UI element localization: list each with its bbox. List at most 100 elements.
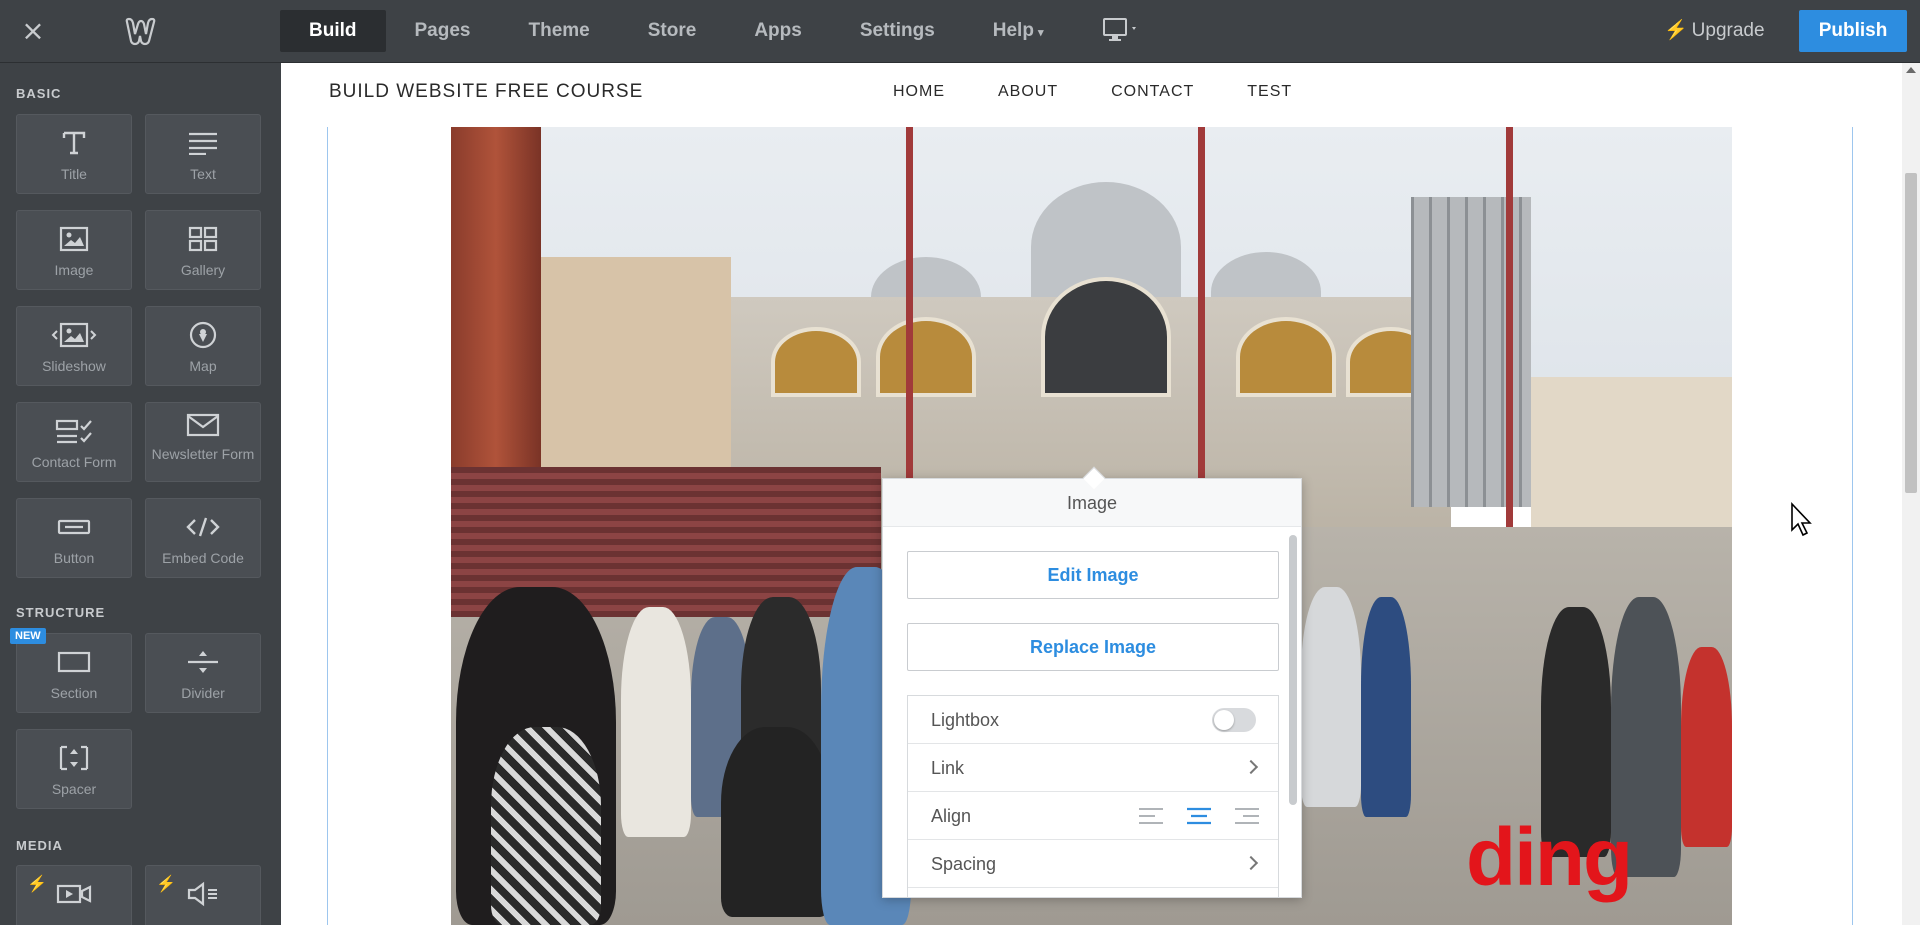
align-center-icon[interactable] bbox=[1186, 805, 1212, 827]
site-nav-test[interactable]: TEST bbox=[1247, 83, 1292, 101]
lightbox-row[interactable]: Lightbox bbox=[908, 696, 1278, 744]
lightbox-toggle[interactable] bbox=[1212, 708, 1256, 732]
element-slideshow[interactable]: Slideshow bbox=[16, 306, 132, 386]
image-icon bbox=[17, 223, 131, 255]
element-contact-form[interactable]: Contact Form bbox=[16, 402, 132, 482]
element-audio[interactable]: ⚡ bbox=[145, 865, 261, 925]
text-icon bbox=[146, 127, 260, 159]
popup-scrollbar[interactable] bbox=[1289, 535, 1297, 805]
section-icon bbox=[17, 646, 131, 678]
element-section[interactable]: Section bbox=[16, 633, 132, 713]
weebly-logo bbox=[125, 17, 156, 46]
photo-suitcase bbox=[721, 727, 831, 917]
new-badge: NEW bbox=[10, 628, 46, 644]
element-newsletter-form-label: Newsletter Form bbox=[151, 446, 255, 462]
element-sidebar: BASIC Title Text Image Gallery Slideshow… bbox=[0, 63, 281, 925]
element-gallery-label: Gallery bbox=[180, 262, 226, 278]
element-button[interactable]: Button bbox=[16, 498, 132, 578]
element-spacer-label: Spacer bbox=[51, 781, 97, 797]
vertical-scrollbar[interactable] bbox=[1902, 63, 1920, 925]
nav-settings[interactable]: Settings bbox=[831, 10, 964, 52]
mouse-cursor-icon bbox=[1791, 502, 1812, 537]
nav-store[interactable]: Store bbox=[619, 10, 726, 52]
contact-form-icon bbox=[17, 415, 131, 447]
photo-arch bbox=[1236, 317, 1336, 397]
spacing-row[interactable]: Spacing bbox=[908, 840, 1278, 888]
spacer-icon bbox=[17, 742, 131, 774]
photo-chair bbox=[1681, 647, 1732, 847]
align-left-icon[interactable] bbox=[1138, 805, 1164, 827]
desktop-icon[interactable] bbox=[1102, 17, 1142, 45]
section-label-media: MEDIA bbox=[16, 838, 63, 853]
photo-arch bbox=[771, 327, 861, 397]
spacing-label: Spacing bbox=[931, 854, 997, 874]
site-nav-home[interactable]: HOME bbox=[893, 83, 945, 101]
link-label: Link bbox=[931, 758, 965, 778]
photo-arch bbox=[1041, 277, 1171, 397]
site-header: BUILD WEBSITE FREE COURSE HOME ABOUT CON… bbox=[281, 63, 1902, 127]
scroll-thumb[interactable] bbox=[1905, 173, 1917, 493]
chevron-right-icon bbox=[1243, 759, 1259, 775]
map-pin-icon bbox=[146, 319, 260, 351]
element-video[interactable]: ⚡ bbox=[16, 865, 132, 925]
element-embed-code[interactable]: Embed Code bbox=[145, 498, 261, 578]
element-contact-form-label: Contact Form bbox=[31, 454, 117, 470]
close-icon[interactable]: × bbox=[20, 17, 46, 45]
element-section-label: Section bbox=[50, 685, 98, 701]
video-icon bbox=[17, 878, 131, 910]
scroll-up-icon[interactable] bbox=[1906, 67, 1916, 73]
content-guide-right bbox=[1852, 127, 1853, 925]
image-settings-popup: Image Edit Image Replace Image Lightbox … bbox=[882, 478, 1302, 898]
element-map[interactable]: Map bbox=[145, 306, 261, 386]
image-options-list: Lightbox Link Align Spacing bbox=[907, 695, 1279, 897]
overlay-text: ding bbox=[1466, 812, 1633, 903]
element-image[interactable]: Image bbox=[16, 210, 132, 290]
element-divider[interactable]: Divider bbox=[145, 633, 261, 713]
align-right-icon[interactable] bbox=[1234, 805, 1260, 827]
site-title[interactable]: BUILD WEBSITE FREE COURSE bbox=[329, 81, 643, 103]
element-title[interactable]: Title bbox=[16, 114, 132, 194]
nav-build[interactable]: Build bbox=[280, 10, 386, 52]
chevron-right-icon bbox=[1243, 855, 1259, 871]
top-toolbar: × Build Pages Theme Store Apps Settings … bbox=[0, 0, 1920, 63]
nav-apps[interactable]: Apps bbox=[725, 10, 831, 52]
section-label-structure: STRUCTURE bbox=[16, 605, 106, 620]
photo-person bbox=[491, 727, 601, 925]
edit-image-button[interactable]: Edit Image bbox=[907, 551, 1279, 599]
element-newsletter-form[interactable]: Newsletter Form bbox=[145, 402, 261, 482]
photo-person bbox=[621, 607, 691, 837]
audio-icon bbox=[146, 878, 260, 910]
nav-help[interactable]: Help ▾ bbox=[964, 10, 1073, 52]
nav-theme[interactable]: Theme bbox=[499, 10, 618, 52]
photo-person bbox=[1361, 597, 1411, 817]
nav-help-label: Help bbox=[992, 20, 1034, 41]
section-label-basic: BASIC bbox=[16, 86, 62, 101]
button-icon bbox=[17, 511, 131, 543]
photo-scaffold bbox=[1411, 197, 1531, 507]
element-image-label: Image bbox=[54, 262, 94, 278]
upgrade-button[interactable]: ⚡ Upgrade bbox=[1664, 10, 1765, 52]
element-text-label: Text bbox=[190, 166, 216, 182]
divider-icon bbox=[146, 646, 260, 678]
site-nav: HOME ABOUT CONTACT TEST bbox=[893, 83, 1345, 101]
align-row: Align bbox=[908, 792, 1278, 840]
chevron-down-icon: ▾ bbox=[1037, 27, 1044, 39]
element-button-label: Button bbox=[53, 550, 95, 566]
slideshow-icon bbox=[17, 319, 131, 351]
element-gallery[interactable]: Gallery bbox=[145, 210, 261, 290]
site-nav-about[interactable]: ABOUT bbox=[998, 83, 1058, 101]
element-map-label: Map bbox=[189, 358, 217, 374]
link-row[interactable]: Link bbox=[908, 744, 1278, 792]
publish-button[interactable]: Publish bbox=[1799, 10, 1907, 52]
element-spacer[interactable]: Spacer bbox=[16, 729, 132, 809]
site-nav-contact[interactable]: CONTACT bbox=[1111, 83, 1194, 101]
align-label: Align bbox=[931, 806, 972, 826]
element-text[interactable]: Text bbox=[145, 114, 261, 194]
nav-pages[interactable]: Pages bbox=[386, 10, 500, 52]
align-options bbox=[1138, 805, 1260, 827]
photo-person bbox=[1301, 587, 1361, 807]
element-slideshow-label: Slideshow bbox=[42, 358, 106, 374]
lightbox-label: Lightbox bbox=[931, 710, 1000, 730]
main-nav: Build Pages Theme Store Apps Settings He… bbox=[280, 10, 1072, 52]
replace-image-button[interactable]: Replace Image bbox=[907, 623, 1279, 671]
